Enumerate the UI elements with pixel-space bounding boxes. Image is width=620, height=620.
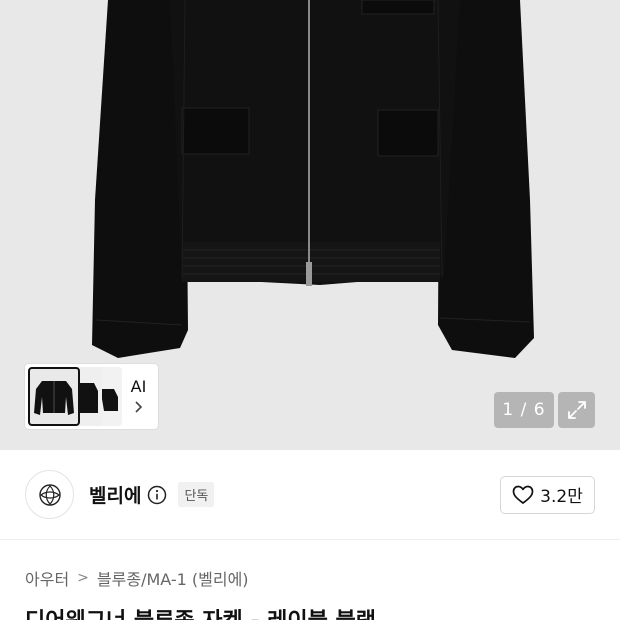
expand-image-button[interactable] [558,392,595,428]
thumbnail-image-main[interactable] [28,367,80,426]
brand-logo[interactable] [25,470,74,519]
info-icon[interactable] [147,485,167,505]
heart-icon [512,485,534,504]
breadcrumb: 아우터 > 블루종/MA-1 (벨리에) [25,566,249,590]
ai-thumbnail-button[interactable]: AI [122,377,155,417]
image-thumbnail-strip[interactable]: AI [25,364,158,429]
breadcrumb-item-category[interactable]: 블루종/MA-1 (벨리에) [97,566,249,590]
image-counter: 1 / 6 [494,392,554,428]
brand-name[interactable]: 벨리에 [89,481,141,508]
product-title: 디어웨그너 블루종 자켓 - 레이블 블랙 [25,603,376,620]
exclusive-badge: 단독 [178,482,215,507]
thumbnail-jacket-icon [34,381,74,415]
breadcrumb-separator: > [77,570,89,586]
like-button[interactable]: 3.2만 [500,475,595,514]
chevron-right-icon [134,400,143,417]
product-image-gallery[interactable]: AI 1 / 6 [0,0,620,450]
expand-icon [567,401,586,419]
ai-label: AI [130,376,147,396]
breadcrumb-item-outer[interactable]: 아우터 [25,566,69,590]
brand-row: 벨리에 단독 3.2만 [0,450,620,540]
thumbnail-stack[interactable] [28,367,122,426]
like-count: 3.2만 [540,487,583,507]
brand-logo-icon [38,483,61,506]
